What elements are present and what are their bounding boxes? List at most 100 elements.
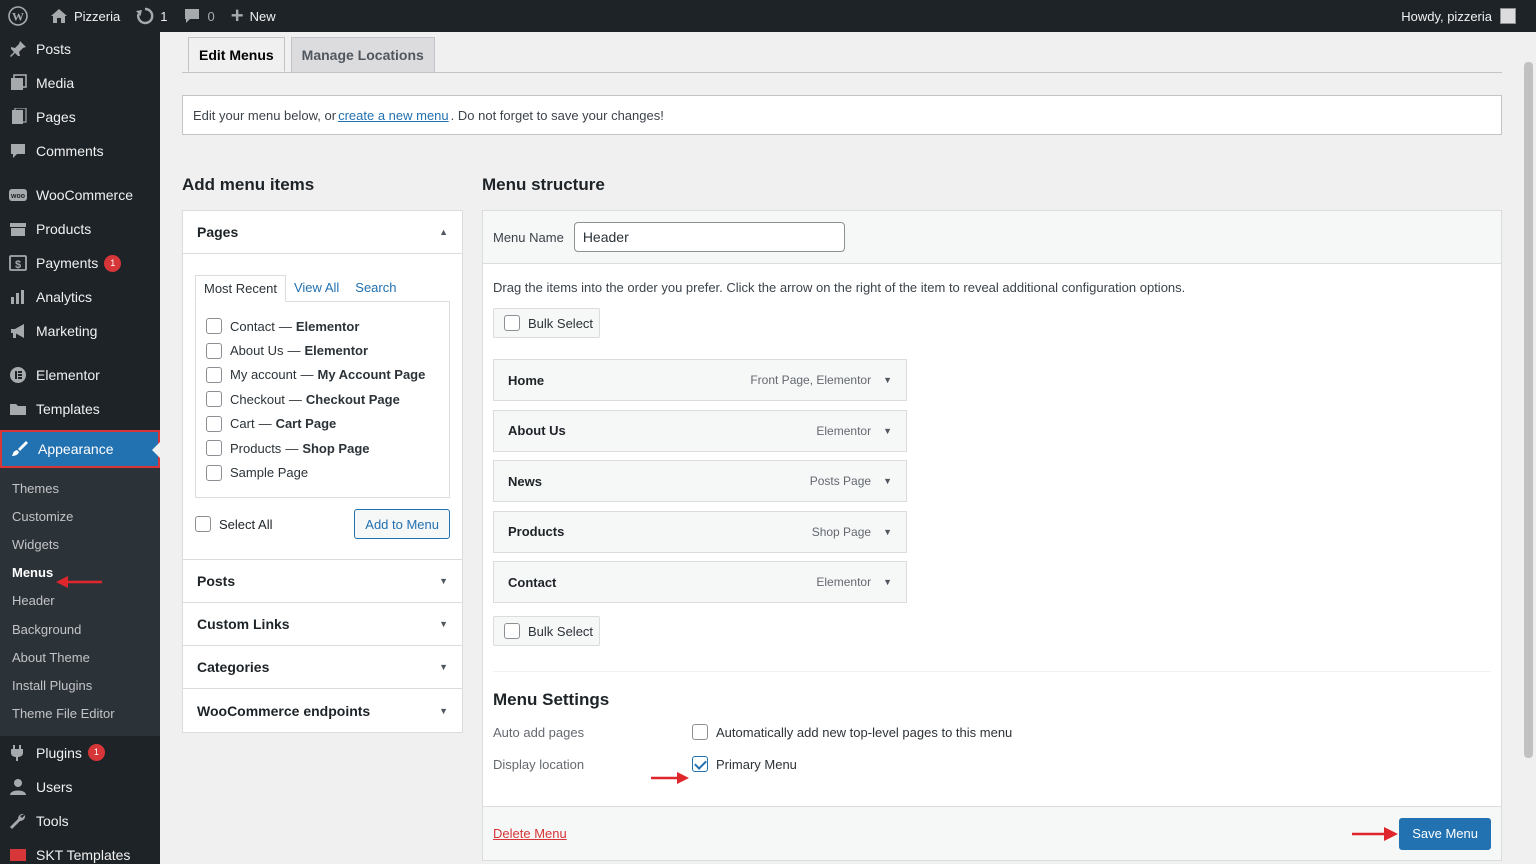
- bulk-select-bottom[interactable]: Bulk Select: [493, 616, 600, 647]
- page-checkbox-row[interactable]: Sample Page: [206, 460, 439, 484]
- menu-item[interactable]: Products Shop Page ▼: [493, 510, 907, 553]
- section-posts[interactable]: Posts ▼: [183, 560, 462, 603]
- page-title: Sample Page: [230, 465, 309, 481]
- sidebar-item-label: Products: [36, 221, 92, 237]
- auto-add-text: Automatically add new top-level pages to…: [716, 724, 1013, 740]
- submenu-item-about-theme[interactable]: About Theme: [0, 643, 160, 671]
- sidebar-item-plugins[interactable]: Plugins 1: [0, 736, 160, 770]
- bulk-select-top[interactable]: Bulk Select: [493, 308, 600, 338]
- page-checkbox-row[interactable]: Products — Shop Page: [206, 436, 439, 460]
- section-custom-links[interactable]: Custom Links ▼: [183, 603, 462, 646]
- expand-item-icon[interactable]: ▼: [883, 527, 892, 537]
- sidebar-item-marketing[interactable]: Marketing: [0, 314, 160, 348]
- sidebar-item-woocommerce[interactable]: woo WooCommerce: [0, 178, 160, 212]
- updates-link[interactable]: 1: [128, 0, 175, 32]
- tab-most-recent[interactable]: Most Recent: [195, 275, 286, 302]
- sidebar-item-label: Media: [36, 75, 75, 91]
- sidebar-item-media[interactable]: Media: [0, 66, 160, 100]
- sidebar-item-skt-templates[interactable]: SKT Templates: [0, 838, 160, 864]
- auto-add-checkbox[interactable]: [692, 724, 708, 741]
- woo-icon: woo: [8, 185, 28, 205]
- expand-item-icon[interactable]: ▼: [883, 577, 892, 587]
- sidebar-item-templates[interactable]: Templates: [0, 392, 160, 426]
- sidebar-item-tools[interactable]: Tools: [0, 804, 160, 838]
- page-title: Products: [230, 440, 282, 456]
- expand-item-icon[interactable]: ▼: [883, 426, 892, 436]
- delete-menu-link[interactable]: Delete Menu: [493, 826, 567, 841]
- menu-settings: Menu Settings Auto add pages Automatical…: [483, 672, 1501, 780]
- comment-icon: [183, 8, 201, 24]
- pages-section-header[interactable]: Pages ▲: [183, 211, 462, 254]
- sidebar-item-elementor[interactable]: Elementor: [0, 358, 160, 392]
- tab-view-all[interactable]: View All: [286, 274, 347, 301]
- page-checkbox-row[interactable]: Checkout — Checkout Page: [206, 387, 439, 411]
- select-all-checkbox[interactable]: Select All: [195, 516, 272, 532]
- users-icon: [8, 777, 28, 797]
- pages-checklist: Contact — Elementor About Us — Elementor My ac…: [195, 301, 450, 498]
- page-checkbox-row[interactable]: About Us — Elementor: [206, 338, 439, 362]
- submenu-item-background[interactable]: Background: [0, 615, 160, 643]
- submenu-item-install-plugins[interactable]: Install Plugins: [0, 671, 160, 699]
- page-checkbox-row[interactable]: My account — My Account Page: [206, 363, 439, 387]
- add-to-menu-button[interactable]: Add to Menu: [354, 509, 450, 539]
- sidebar-item-analytics[interactable]: Analytics: [0, 280, 160, 314]
- sidebar-item-users[interactable]: Users: [0, 770, 160, 804]
- menu-name-input[interactable]: Header: [573, 222, 845, 252]
- sidebar-item-posts[interactable]: Posts: [0, 32, 160, 66]
- checkbox[interactable]: [206, 391, 222, 408]
- menu-items-list: Home Front Page, Elementor ▼ About Us Elemen…: [493, 359, 1491, 604]
- page-dash: —: [258, 416, 272, 432]
- account-menu[interactable]: Howdy, pizzeria: [1401, 8, 1536, 24]
- new-content-link[interactable]: + New: [223, 0, 284, 32]
- tab-search[interactable]: Search: [347, 274, 404, 301]
- tab-edit-menus[interactable]: Edit Menus: [188, 37, 285, 72]
- plus-icon: +: [230, 3, 244, 28]
- sidebar-item-payments[interactable]: $ Payments 1: [0, 246, 160, 280]
- save-menu-button[interactable]: Save Menu: [1399, 817, 1491, 850]
- sidebar-item-appearance[interactable]: Appearance: [0, 430, 160, 468]
- sidebar-item-pages[interactable]: Pages: [0, 100, 160, 134]
- create-new-menu-link[interactable]: create a new menu: [338, 108, 449, 123]
- submenu-item-customize[interactable]: Customize: [0, 502, 160, 530]
- submenu-item-theme-file-editor[interactable]: Theme File Editor: [0, 700, 160, 728]
- site-name-link[interactable]: Pizzeria: [42, 0, 128, 32]
- tab-manage-locations[interactable]: Manage Locations: [290, 37, 435, 72]
- add-menu-items-accordion: Pages ▲ Most Recent View All Search Contac…: [182, 210, 463, 733]
- page-checkbox-row[interactable]: Cart — Cart Page: [206, 412, 439, 436]
- menu-item[interactable]: Home Front Page, Elementor ▼: [493, 359, 907, 401]
- notification-badge: 1: [104, 254, 122, 272]
- wordpress-logo-button[interactable]: W: [0, 0, 42, 32]
- expand-item-icon[interactable]: ▼: [883, 375, 892, 385]
- menu-item[interactable]: Contact Elementor ▼: [493, 561, 907, 604]
- main-content: Edit Menus Manage Locations Edit your me…: [160, 32, 1536, 864]
- checkbox[interactable]: [206, 318, 222, 335]
- checkbox[interactable]: [504, 623, 520, 640]
- checkbox[interactable]: [206, 415, 222, 432]
- menu-item[interactable]: About Us Elementor ▼: [493, 409, 907, 452]
- annotation-arrow-primary-menu: [651, 772, 689, 784]
- sidebar-item-products[interactable]: Products: [0, 212, 160, 246]
- checkbox[interactable]: [195, 516, 211, 532]
- checkbox[interactable]: [206, 366, 222, 383]
- comments-link[interactable]: 0: [175, 0, 222, 32]
- checkbox[interactable]: [206, 464, 222, 481]
- page-scrollbar[interactable]: [1521, 32, 1536, 864]
- checkbox[interactable]: [504, 315, 520, 331]
- checkbox[interactable]: [206, 342, 222, 359]
- wordpress-logo-icon: W: [8, 6, 28, 26]
- menu-item[interactable]: News Posts Page ▼: [493, 460, 907, 503]
- submenu-item-widgets[interactable]: Widgets: [0, 530, 160, 558]
- menu-settings-heading: Menu Settings: [493, 690, 610, 710]
- submenu-item-themes[interactable]: Themes: [0, 474, 160, 502]
- submenu-item-header[interactable]: Header: [0, 587, 160, 615]
- expand-item-icon[interactable]: ▼: [883, 476, 892, 486]
- primary-menu-checkbox[interactable]: [692, 756, 708, 773]
- section-woocommerce-endpoints[interactable]: WooCommerce endpoints ▼: [183, 689, 462, 732]
- sidebar-item-comments[interactable]: Comments: [0, 134, 160, 168]
- page-checkbox-row[interactable]: Contact — Elementor: [206, 314, 439, 338]
- scrollbar-thumb[interactable]: [1524, 62, 1533, 758]
- annotation-arrow-save: [1352, 827, 1398, 841]
- section-categories[interactable]: Categories ▼: [183, 646, 462, 689]
- checkbox[interactable]: [206, 440, 222, 457]
- page-dash: —: [287, 343, 301, 359]
